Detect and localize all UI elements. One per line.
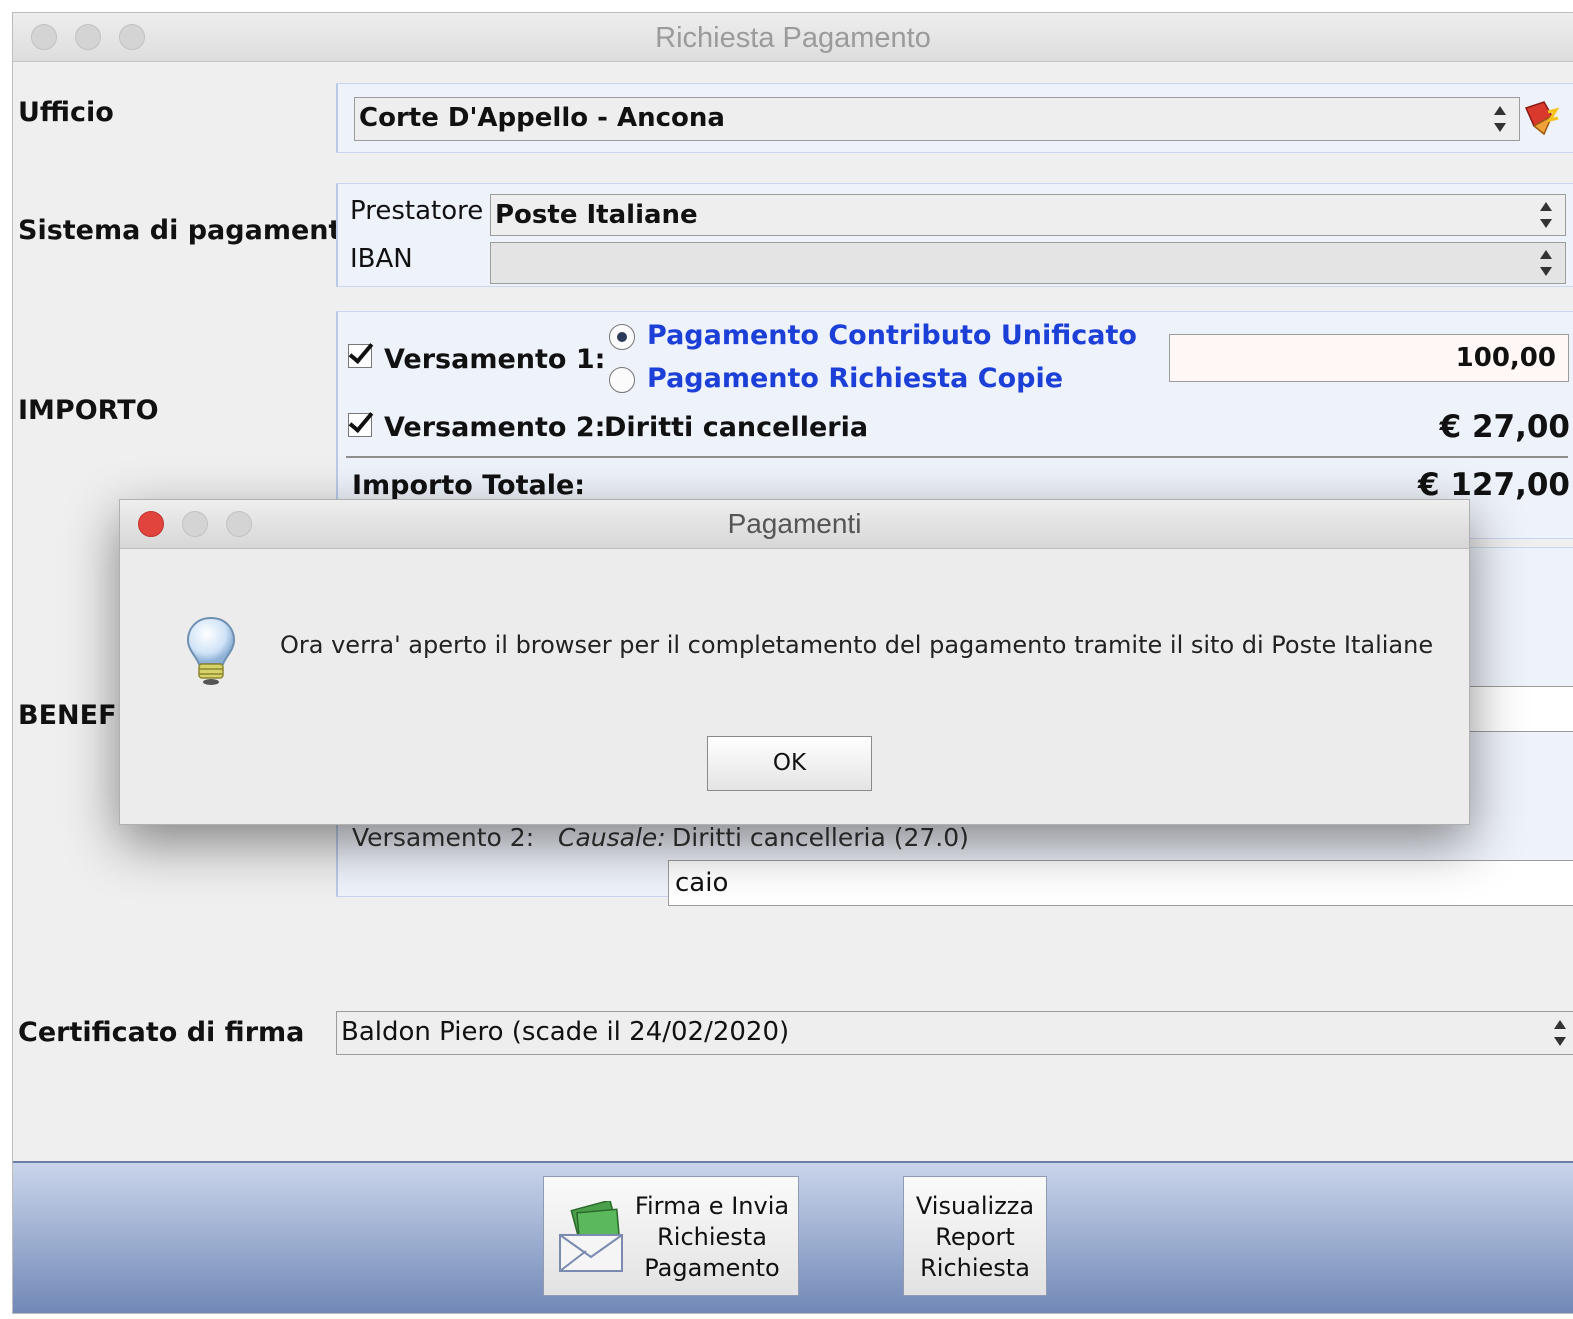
total-divider (346, 456, 1568, 458)
select-arrows-icon (1553, 1016, 1567, 1050)
ufficio-select[interactable]: Corte D'Appello - Ancona (354, 97, 1520, 141)
certificato-label: Certificato di firma (18, 1017, 305, 1048)
iban-select[interactable] (490, 242, 1566, 284)
causale-input[interactable]: caio (668, 860, 1573, 906)
ok-button[interactable]: OK (707, 736, 872, 791)
versamento2-description: Diritti cancelleria (604, 412, 869, 443)
firma-button-line3: Pagamento (644, 1254, 780, 1282)
versamento1-label: Versamento 1: (384, 344, 606, 375)
select-arrows-icon (1539, 246, 1553, 280)
totale-label: Importo Totale: (352, 470, 586, 501)
dialog-message: Ora verra' aperto il browser per il comp… (280, 631, 1434, 659)
window-titlebar: Richiesta Pagamento (13, 13, 1573, 62)
beneficiario-label: BENEFI (18, 700, 127, 731)
window-title: Richiesta Pagamento (655, 22, 931, 54)
select-arrows-icon (1539, 198, 1553, 232)
firma-invia-button[interactable]: Firma e Invia Richiesta Pagamento (543, 1176, 799, 1296)
versamento2-checkbox[interactable] (348, 413, 372, 437)
envelope-money-icon (559, 1201, 623, 1272)
report-button-line1: Visualizza (915, 1192, 1035, 1220)
prestatore-select[interactable]: Poste Italiane (490, 194, 1566, 236)
causale-label: Causale: (558, 823, 666, 852)
causale-value: Diritti cancelleria (27.0) (672, 823, 969, 852)
amount1-input[interactable]: 100,00 (1169, 334, 1569, 382)
prestatore-label: Prestatore (350, 196, 484, 226)
certificato-select-value: Baldon Piero (scade il 24/02/2020) (341, 1017, 790, 1047)
select-arrows-icon (1493, 102, 1507, 136)
refresh-office-icon[interactable] (1522, 98, 1562, 138)
report-button-line3: Richiesta (920, 1254, 1030, 1282)
action-bar: Firma e Invia Richiesta Pagamento Visual… (13, 1161, 1573, 1313)
certificato-select[interactable]: Baldon Piero (scade il 24/02/2020) (336, 1011, 1573, 1055)
versamento2-label: Versamento 2: (384, 412, 606, 443)
option-copie-label[interactable]: Pagamento Richiesta Copie (647, 363, 1063, 394)
iban-label: IBAN (350, 244, 413, 274)
amount2-value: € 27,00 (1439, 409, 1570, 445)
firma-button-line1: Firma e Invia (634, 1192, 790, 1220)
beneficiario-versamento2-label: Versamento 2: (352, 823, 535, 852)
beneficiario-field[interactable] (1466, 686, 1573, 732)
importo-label: IMPORTO (18, 395, 159, 426)
prestatore-select-value: Poste Italiane (495, 200, 698, 230)
ufficio-label: Ufficio (18, 97, 114, 128)
visualizza-report-button[interactable]: Visualizza Report Richiesta (903, 1176, 1047, 1296)
totale-value: € 127,00 (1418, 467, 1570, 503)
option-contributo-label[interactable]: Pagamento Contributo Unificato (647, 320, 1137, 351)
report-button-line2: Report (935, 1223, 1015, 1251)
dialog-titlebar: Pagamenti (120, 500, 1469, 549)
sistema-pagamento-label: Sistema di pagamento (18, 215, 360, 246)
option-copie-radio[interactable] (609, 367, 635, 393)
sistema-pagamento-panel: Prestatore Poste Italiane IBAN (336, 183, 1573, 287)
ufficio-select-value: Corte D'Appello - Ancona (359, 103, 725, 133)
lightbulb-icon (186, 616, 236, 685)
dialog-title: Pagamenti (727, 508, 862, 539)
versamento1-checkbox[interactable] (348, 344, 372, 368)
firma-button-line2: Richiesta (657, 1223, 767, 1251)
pagamenti-dialog: Pagamenti Ora verra' aperto il browser p… (119, 499, 1470, 825)
ufficio-panel: Corte D'Appello - Ancona (336, 83, 1573, 153)
option-contributo-radio[interactable] (609, 324, 635, 350)
